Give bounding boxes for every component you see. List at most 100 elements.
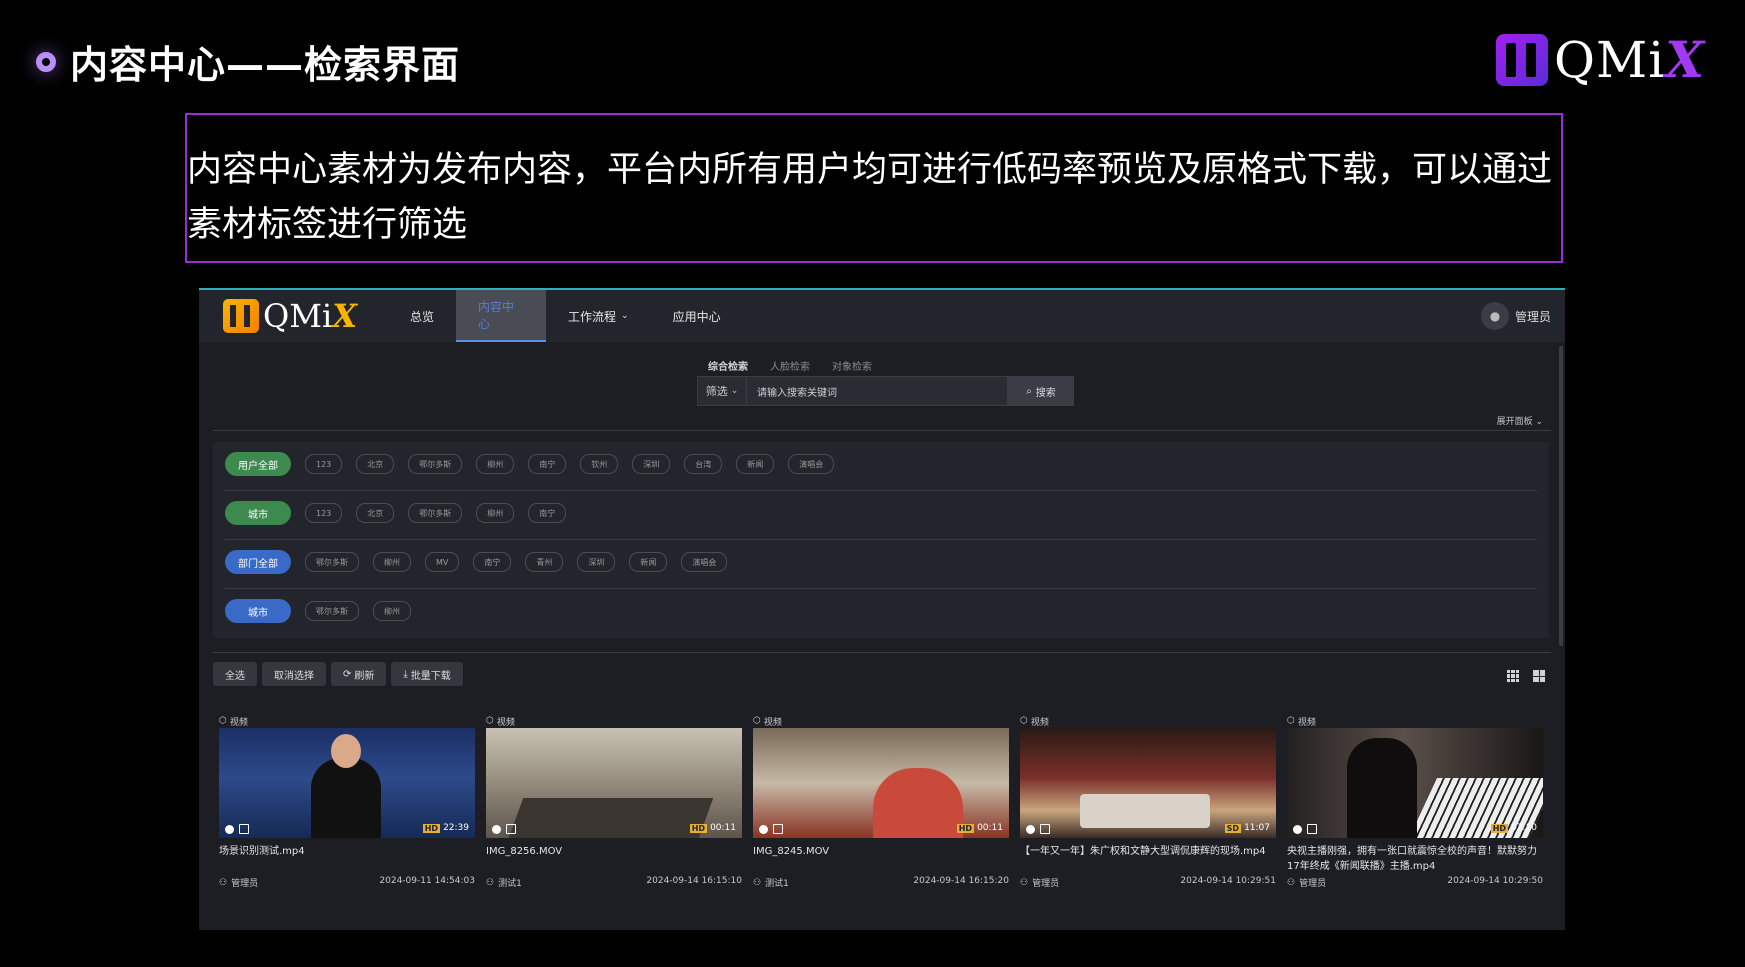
quality-badge: HD — [956, 823, 975, 833]
select-radio-icon[interactable] — [759, 824, 768, 834]
scrollbar[interactable] — [1559, 346, 1563, 646]
quality-badge: HD — [689, 823, 708, 833]
filter-chip[interactable]: 南宁 — [473, 552, 512, 572]
refresh-button[interactable]: ⟳ 刷新 — [331, 662, 387, 686]
bullet-circle-icon — [36, 51, 56, 72]
filter-chip[interactable]: 新闻 — [736, 454, 775, 474]
filter-chip[interactable]: 鄂尔多斯 — [408, 503, 463, 523]
expand-panel-toggle[interactable]: 展开面板 ⌄ — [1497, 414, 1543, 427]
filter-select[interactable]: 筛选 ⌄ — [697, 376, 747, 406]
batch-download-button[interactable]: ⤓ 批量下载 — [391, 662, 463, 686]
divider — [225, 588, 1537, 589]
filter-chip[interactable]: MV — [425, 552, 460, 572]
search-input[interactable]: 请输入搜索关键词 — [747, 376, 1008, 406]
video-thumbnail[interactable]: HD 00:11 — [753, 728, 1009, 838]
filter-chip[interactable]: 南宁 — [528, 454, 567, 474]
app-logo[interactable]: QMiX — [199, 290, 388, 342]
filter-chip[interactable]: 柳州 — [373, 601, 411, 621]
select-radio-icon[interactable] — [1293, 824, 1302, 834]
tab-object-search[interactable]: 对象检索 — [832, 358, 872, 373]
grid-small-icon[interactable] — [1507, 670, 1519, 682]
tab-face-search[interactable]: 人脸检索 — [770, 358, 810, 373]
card-user: 测试1 — [498, 879, 522, 889]
video-thumbnail[interactable]: SD 11:07 — [1020, 728, 1276, 838]
filter-chip[interactable]: 123 — [305, 503, 343, 523]
user-menu[interactable]: ● 管理员 — [1480, 302, 1551, 330]
media-card[interactable]: ⬡ 视频 HD 07:10 央视主播刚强，拥有一张口就震惊全校的声音！默默努力17年… — [1287, 714, 1543, 889]
tab-comprehensive-search[interactable]: 综合检索 — [708, 358, 748, 373]
filter-row-user: 用户全部 123 北京 鄂尔多斯 柳州 南宁 钦州 深圳 台湾 新闻 演唱会 — [225, 450, 835, 478]
user-icon: ⚇ — [1020, 877, 1029, 888]
media-card-list: ⬡ 视频 HD 22:39 场景识别测试.mp4 ⚇ 管理员 2024-09-11 14… — [219, 714, 1543, 889]
preview-icon[interactable] — [239, 824, 249, 834]
filter-chip[interactable]: 青州 — [525, 552, 564, 572]
user-icon: ⚇ — [486, 877, 495, 888]
quality-badge: SD — [1224, 823, 1242, 833]
chevron-down-icon: ⌄ — [1535, 417, 1543, 427]
filter-chip[interactable]: 演唱会 — [788, 454, 835, 474]
duration: 07:10 — [1511, 823, 1537, 833]
nav-app-center[interactable]: 应用中心 — [651, 290, 743, 342]
description-box: 内容中心素材为发布内容，平台内所有用户均可进行低码率预览及原格式下载，可以通过素… — [185, 113, 1563, 263]
media-card[interactable]: ⬡ 视频 HD 22:39 场景识别测试.mp4 ⚇ 管理员 2024-09-11 14… — [219, 714, 475, 889]
filter-chip[interactable]: 演唱会 — [681, 552, 728, 572]
page-title: 内容中心——检索界面 — [70, 43, 461, 87]
filter-chip[interactable]: 123 — [305, 454, 343, 474]
filter-chip[interactable]: 鄂尔多斯 — [305, 601, 359, 621]
filter-chip[interactable]: 柳州 — [476, 503, 515, 523]
view-toggle — [1507, 670, 1545, 682]
media-card[interactable]: ⬡ 视频 HD 00:11 IMG_8256.MOV ⚇ 测试1 2024-09-14 … — [486, 714, 742, 889]
preview-icon[interactable] — [1040, 824, 1050, 834]
card-time: 2024-09-14 10:29:50 — [1447, 876, 1543, 886]
preview-icon[interactable] — [773, 824, 783, 834]
select-all-button[interactable]: 全选 — [213, 662, 257, 686]
video-thumbnail[interactable]: HD 00:11 — [486, 728, 742, 838]
select-radio-icon[interactable] — [1026, 824, 1035, 834]
filter-chip[interactable]: 柳州 — [476, 454, 515, 474]
select-radio-icon[interactable] — [492, 824, 501, 834]
filter-main-department-all[interactable]: 部门全部 — [225, 550, 291, 574]
select-radio-icon[interactable] — [225, 824, 234, 834]
user-icon: ⚇ — [1287, 877, 1296, 888]
preview-icon[interactable] — [506, 824, 516, 834]
nav-overview[interactable]: 总览 — [388, 290, 456, 342]
card-time: 2024-09-14 10:29:51 — [1180, 876, 1276, 886]
refresh-label: 刷新 — [354, 670, 375, 682]
media-card[interactable]: ⬡ 视频 HD 00:11 IMG_8245.MOV ⚇ 测试1 2024-09-14 … — [753, 714, 1009, 889]
filter-chip[interactable]: 深圳 — [632, 454, 671, 474]
filter-main-user-all[interactable]: 用户全部 — [225, 452, 291, 476]
media-card[interactable]: ⬡ 视频 SD 11:07 【一年又一年】朱广权和文静大型调侃康辉的现场.mp4 ⚇… — [1020, 714, 1276, 889]
card-tag: 视频 — [229, 717, 248, 728]
filter-chip[interactable]: 台湾 — [684, 454, 723, 474]
video-thumbnail[interactable]: HD 07:10 — [1287, 728, 1543, 838]
preview-icon[interactable] — [1307, 824, 1317, 834]
chevron-down-icon: ⌄ — [621, 311, 629, 321]
tag-icon: ⬡ — [1020, 716, 1028, 726]
deselect-button[interactable]: 取消选择 — [262, 662, 326, 686]
filter-chip[interactable]: 南宁 — [528, 503, 567, 523]
nav-workflow[interactable]: 工作流程 ⌄ — [546, 290, 651, 342]
filter-main-city-2[interactable]: 城市 — [225, 599, 291, 623]
card-title: 【一年又一年】朱广权和文静大型调侃康辉的现场.mp4 — [1020, 846, 1266, 857]
filter-chip[interactable]: 北京 — [356, 454, 395, 474]
filter-chip[interactable]: 钦州 — [580, 454, 619, 474]
filter-main-city[interactable]: 城市 — [225, 501, 291, 525]
card-user: 管理员 — [1299, 879, 1327, 889]
filter-chip[interactable]: 深圳 — [577, 552, 616, 572]
divider — [213, 652, 1551, 653]
grid-large-icon[interactable] — [1533, 670, 1545, 682]
filter-chip[interactable]: 鄂尔多斯 — [408, 454, 463, 474]
filter-chip[interactable]: 鄂尔多斯 — [305, 552, 359, 572]
card-tag: 视频 — [1030, 717, 1049, 728]
filter-row-department: 部门全部 鄂尔多斯 柳州 MV 南宁 青州 深圳 新闻 演唱会 — [225, 548, 728, 576]
avatar-icon: ● — [1480, 302, 1509, 330]
filter-chip[interactable]: 柳州 — [373, 552, 411, 572]
user-icon: ⚇ — [753, 877, 762, 888]
app-logo-wordmark: QMi — [263, 297, 333, 335]
filter-chip[interactable]: 新闻 — [629, 552, 668, 572]
nav-content-center[interactable]: 内容中心 — [456, 290, 547, 342]
search-button[interactable]: ⌕ 搜索 — [1008, 376, 1074, 406]
filter-chip[interactable]: 北京 — [356, 503, 395, 523]
video-thumbnail[interactable]: HD 22:39 — [219, 728, 475, 838]
card-time: 2024-09-11 14:54:03 — [379, 876, 475, 886]
